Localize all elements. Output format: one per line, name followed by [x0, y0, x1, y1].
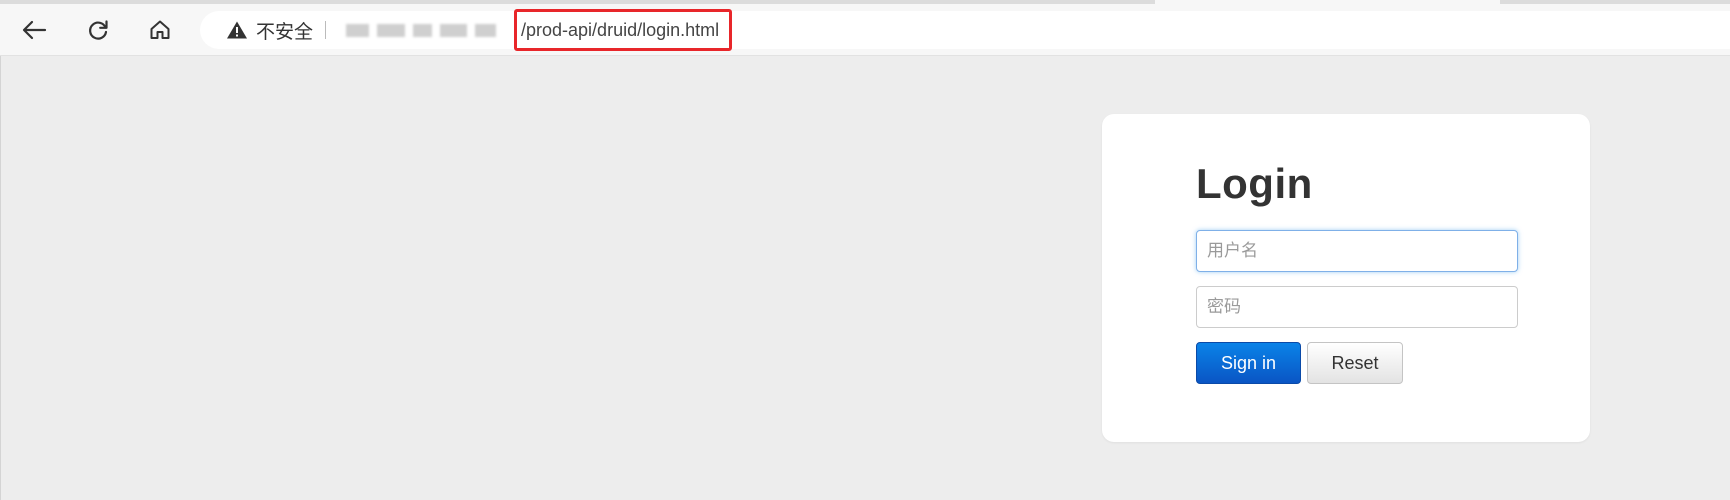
back-button[interactable] [16, 12, 52, 48]
url-path-highlight: /prod-api/druid/login.html [514, 9, 733, 51]
redacted-host [346, 22, 497, 38]
security-indicator[interactable]: 不安全 [226, 17, 313, 44]
reset-button[interactable]: Reset [1307, 342, 1403, 384]
login-title: Login [1196, 160, 1313, 207]
address-divider [325, 21, 327, 39]
back-arrow-icon [22, 20, 47, 40]
page-content: Login Sign in Reset [0, 56, 1730, 500]
sign-in-button[interactable]: Sign in [1196, 342, 1301, 384]
security-label: 不安全 [256, 21, 314, 43]
reload-button[interactable] [80, 12, 116, 48]
username-input[interactable] [1196, 230, 1518, 272]
home-button[interactable] [142, 12, 178, 48]
browser-toolbar: 不安全 /prod-api/druid/login.html [0, 4, 1730, 56]
password-input[interactable] [1196, 286, 1518, 328]
login-form: Login Sign in Reset [1102, 114, 1590, 442]
url-path[interactable]: /prod-api/druid/login.html [521, 20, 719, 41]
address-bar[interactable]: 不安全 /prod-api/druid/login.html [200, 9, 1730, 51]
warning-triangle-icon [227, 21, 247, 39]
home-icon [150, 20, 170, 39]
reload-icon [89, 20, 108, 40]
